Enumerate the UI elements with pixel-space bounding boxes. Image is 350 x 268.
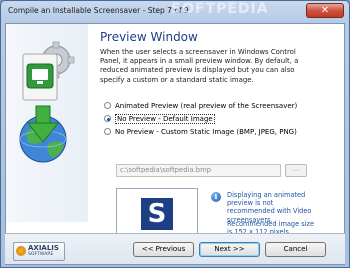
next-button[interactable]: Next >>: [199, 242, 260, 257]
logo-text-top: AXIALIS: [28, 244, 59, 252]
footer-bar: AXIALIS SOFTWARE << Previous Next >> Can…: [5, 233, 345, 264]
option-animated-preview-label: Animated Preview (real preview of the Sc…: [115, 102, 298, 110]
window-title: Compile an Installable Screensaver - Ste…: [8, 6, 189, 15]
option-custom-image[interactable]: No Preview - Custom Static Image (BMP, J…: [104, 128, 297, 138]
title-bar: Compile an Installable Screensaver - Ste…: [1, 1, 349, 21]
side-illustration: [6, 24, 88, 222]
browse-button[interactable]: ...: [285, 164, 307, 177]
radio-default-image[interactable]: [104, 115, 111, 122]
page-title: Preview Window: [100, 30, 198, 44]
info-note: Displaying an animated preview is not re…: [227, 191, 312, 224]
close-button[interactable]: ✕: [306, 3, 344, 18]
wizard-content: Preview Window When the user selects a s…: [5, 23, 345, 265]
softpedia-logo: S: [141, 198, 173, 230]
axialis-logo: AXIALIS SOFTWARE: [13, 242, 65, 261]
radio-animated-preview[interactable]: [104, 102, 111, 109]
option-animated-preview[interactable]: Animated Preview (real preview of the Sc…: [104, 102, 297, 112]
image-path-input[interactable]: c:\softpedia\softpedia.bmp: [116, 164, 281, 177]
previous-button[interactable]: << Previous: [133, 242, 194, 257]
watermark: SOFTPEDIA: [171, 1, 269, 17]
logo-text-bottom: SOFTWARE: [28, 252, 54, 257]
cancel-button[interactable]: Cancel: [265, 242, 326, 257]
radio-custom-image[interactable]: [104, 128, 111, 135]
option-default-image[interactable]: No Preview - Default Image: [104, 114, 215, 125]
intro-text: When the user selects a screensaver in W…: [100, 48, 299, 84]
logo-mark-icon: [16, 246, 26, 256]
option-custom-image-label: No Preview - Custom Static Image (BMP, J…: [115, 128, 297, 136]
wizard-window: Compile an Installable Screensaver - Ste…: [0, 0, 350, 268]
document-icon: [22, 53, 58, 101]
option-default-image-label: No Preview - Default Image: [115, 114, 215, 124]
info-icon: i: [211, 192, 221, 202]
